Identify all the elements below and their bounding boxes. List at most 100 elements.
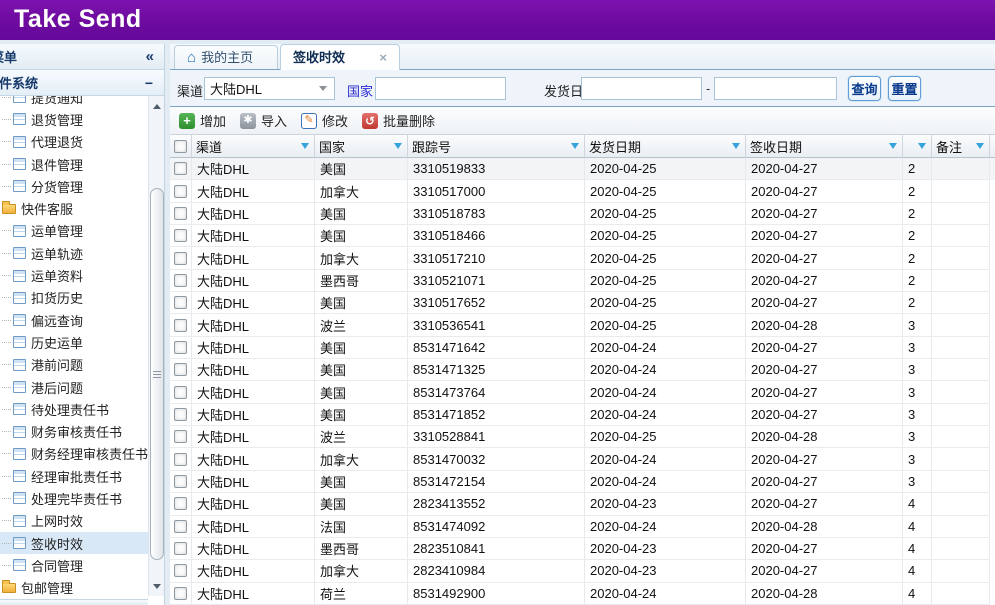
filter-icon[interactable] <box>889 143 897 149</box>
table-row[interactable]: 大陆DHL美国33105184662020-04-252020-04-272 <box>170 225 995 247</box>
row-checkbox[interactable] <box>174 408 187 421</box>
row-checkbox[interactable] <box>174 386 187 399</box>
edit-button[interactable]: ✎ 修改 <box>301 111 348 130</box>
sidebar-item[interactable]: 港前问题 <box>0 354 148 376</box>
sidebar-item[interactable]: 经理审批责任书 <box>0 465 148 487</box>
date-from-input[interactable] <box>581 77 702 100</box>
sidebar-item[interactable]: 财务经理审核责任书 <box>0 443 148 465</box>
row-checkbox[interactable] <box>174 207 187 220</box>
table-row[interactable]: 大陆DHL美国33105198332020-04-252020-04-272 <box>170 158 995 180</box>
table-row[interactable]: 大陆DHL波兰33105288412020-04-252020-04-283 <box>170 426 995 448</box>
table-row[interactable]: 大陆DHL美国85314716422020-04-242020-04-273 <box>170 337 995 359</box>
sidebar-item[interactable]: 处理完毕责任书 <box>0 487 148 509</box>
table-row[interactable]: 大陆DHL美国33105176522020-04-252020-04-272 <box>170 292 995 314</box>
country-input[interactable] <box>375 77 506 100</box>
add-button[interactable]: + 增加 <box>179 111 226 130</box>
table-row[interactable]: 大陆DHL加拿大33105172102020-04-252020-04-272 <box>170 247 995 269</box>
table-row[interactable]: 大陆DHL加拿大28234109842020-04-232020-04-274 <box>170 560 995 582</box>
batch-delete-button[interactable]: ↺ 批量删除 <box>362 111 435 130</box>
row-checkbox[interactable] <box>174 363 187 376</box>
sidebar-item[interactable]: 包邮管理 <box>0 577 148 596</box>
row-checkbox[interactable] <box>174 296 187 309</box>
channel-select[interactable]: 大陆DHL <box>204 77 335 100</box>
sidebar-item[interactable]: 财务审核责任书 <box>0 420 148 442</box>
select-all-checkbox[interactable] <box>174 140 187 153</box>
search-button[interactable]: 查询 <box>848 76 881 101</box>
row-checkbox[interactable] <box>174 229 187 242</box>
row-checkbox[interactable] <box>174 475 187 488</box>
row-checkbox[interactable] <box>174 453 187 466</box>
chevron-down-icon[interactable] <box>319 86 327 91</box>
table-row[interactable]: 大陆DHL波兰33105365412020-04-252020-04-283 <box>170 314 995 336</box>
sidebar-item[interactable]: 运单轨迹 <box>0 242 148 264</box>
collapse-section-icon[interactable]: − <box>145 75 153 91</box>
filter-icon[interactable] <box>976 143 984 149</box>
tab-sign-receipt-time[interactable]: 签收时效 × <box>280 44 400 70</box>
sidebar-item[interactable]: 上网时效 <box>0 510 148 532</box>
tab-home[interactable]: ⌂ 我的主页 <box>174 45 278 69</box>
sidebar-item[interactable]: 待处理责任书 <box>0 398 148 420</box>
row-checkbox[interactable] <box>174 564 187 577</box>
import-button[interactable]: ✱ 导入 <box>240 111 287 130</box>
filter-icon[interactable] <box>732 143 740 149</box>
reset-button[interactable]: 重置 <box>888 76 921 101</box>
column-header-跟踪号[interactable]: 跟踪号 <box>408 135 585 158</box>
row-checkbox[interactable] <box>174 542 187 555</box>
collapse-sidebar-icon[interactable]: « <box>146 48 154 65</box>
row-checkbox[interactable] <box>174 274 187 287</box>
table-row[interactable]: 大陆DHL美国85314737642020-04-242020-04-273 <box>170 381 995 403</box>
column-header-days[interactable] <box>903 135 932 158</box>
row-checkbox[interactable] <box>174 341 187 354</box>
column-header-发货日期[interactable]: 发货日期 <box>585 135 746 158</box>
table-row[interactable]: 大陆DHL美国85314721542020-04-242020-04-273 <box>170 471 995 493</box>
row-checkbox[interactable] <box>174 497 187 510</box>
sidebar-item[interactable]: 合同管理 <box>0 554 148 576</box>
table-row[interactable]: 大陆DHL法国85314740922020-04-242020-04-284 <box>170 516 995 538</box>
date-to-input[interactable] <box>714 77 837 100</box>
sidebar-item[interactable]: 快件客服 <box>0 197 148 219</box>
scroll-down-icon[interactable] <box>149 578 165 594</box>
sidebar-item[interactable]: 运单管理 <box>0 220 148 242</box>
sidebar-item[interactable]: 签收时效 <box>0 532 148 554</box>
column-header-签收日期[interactable]: 签收日期 <box>746 135 903 158</box>
table-row[interactable]: 大陆DHL美国33105187832020-04-252020-04-272 <box>170 203 995 225</box>
table-row[interactable]: 大陆DHL美国28234135522020-04-232020-04-274 <box>170 493 995 515</box>
sidebar-item[interactable]: 提货通知 <box>0 96 148 108</box>
table-row[interactable]: 大陆DHL荷兰85314929002020-04-242020-04-284 <box>170 583 995 605</box>
sidebar-item[interactable]: 港后问题 <box>0 376 148 398</box>
scroll-up-icon[interactable] <box>149 98 165 114</box>
table-row[interactable]: 大陆DHL美国85314718522020-04-242020-04-273 <box>170 404 995 426</box>
table-row[interactable]: 大陆DHL墨西哥33105210712020-04-252020-04-272 <box>170 270 995 292</box>
table-row[interactable]: 大陆DHL美国85314713252020-04-242020-04-273 <box>170 359 995 381</box>
table-row[interactable]: 大陆DHL加拿大85314700322020-04-242020-04-273 <box>170 448 995 470</box>
row-checkbox[interactable] <box>174 520 187 533</box>
sidebar-item[interactable]: 退件管理 <box>0 153 148 175</box>
table-row[interactable]: 大陆DHL加拿大33105170002020-04-252020-04-272 <box>170 180 995 202</box>
close-tab-icon[interactable]: × <box>369 51 387 64</box>
row-checkbox[interactable] <box>174 252 187 265</box>
row-checkbox[interactable] <box>174 319 187 332</box>
sidebar-scrollbar[interactable] <box>148 96 165 596</box>
sidebar-item[interactable]: 运单资料 <box>0 264 148 286</box>
table-row[interactable]: 大陆DHL墨西哥28235108412020-04-232020-04-274 <box>170 538 995 560</box>
sidebar-item[interactable]: 扣货历史 <box>0 287 148 309</box>
row-checkbox[interactable] <box>174 430 187 443</box>
row-checkbox[interactable] <box>174 185 187 198</box>
sidebar-item[interactable]: 代理退货 <box>0 131 148 153</box>
column-header-国家[interactable]: 国家 <box>315 135 408 158</box>
column-header-备注[interactable]: 备注 <box>932 135 990 158</box>
column-header-渠道[interactable]: 渠道 <box>192 135 315 158</box>
filter-icon[interactable] <box>918 143 926 149</box>
scrollbar-thumb[interactable] <box>150 188 164 560</box>
sidebar-item[interactable]: 历史运单 <box>0 331 148 353</box>
sidebar-item[interactable]: 偏远查询 <box>0 309 148 331</box>
row-checkbox[interactable] <box>174 162 187 175</box>
sidebar-item-label: 偏远查询 <box>31 311 83 330</box>
sidebar-item[interactable]: 退货管理 <box>0 108 148 130</box>
filter-icon[interactable] <box>394 143 402 149</box>
row-checkbox[interactable] <box>174 587 187 600</box>
sidebar-item[interactable]: 分货管理 <box>0 175 148 197</box>
filter-icon[interactable] <box>571 143 579 149</box>
filter-icon[interactable] <box>301 143 309 149</box>
accordion-express-system[interactable]: 快件系统 − <box>0 70 164 96</box>
